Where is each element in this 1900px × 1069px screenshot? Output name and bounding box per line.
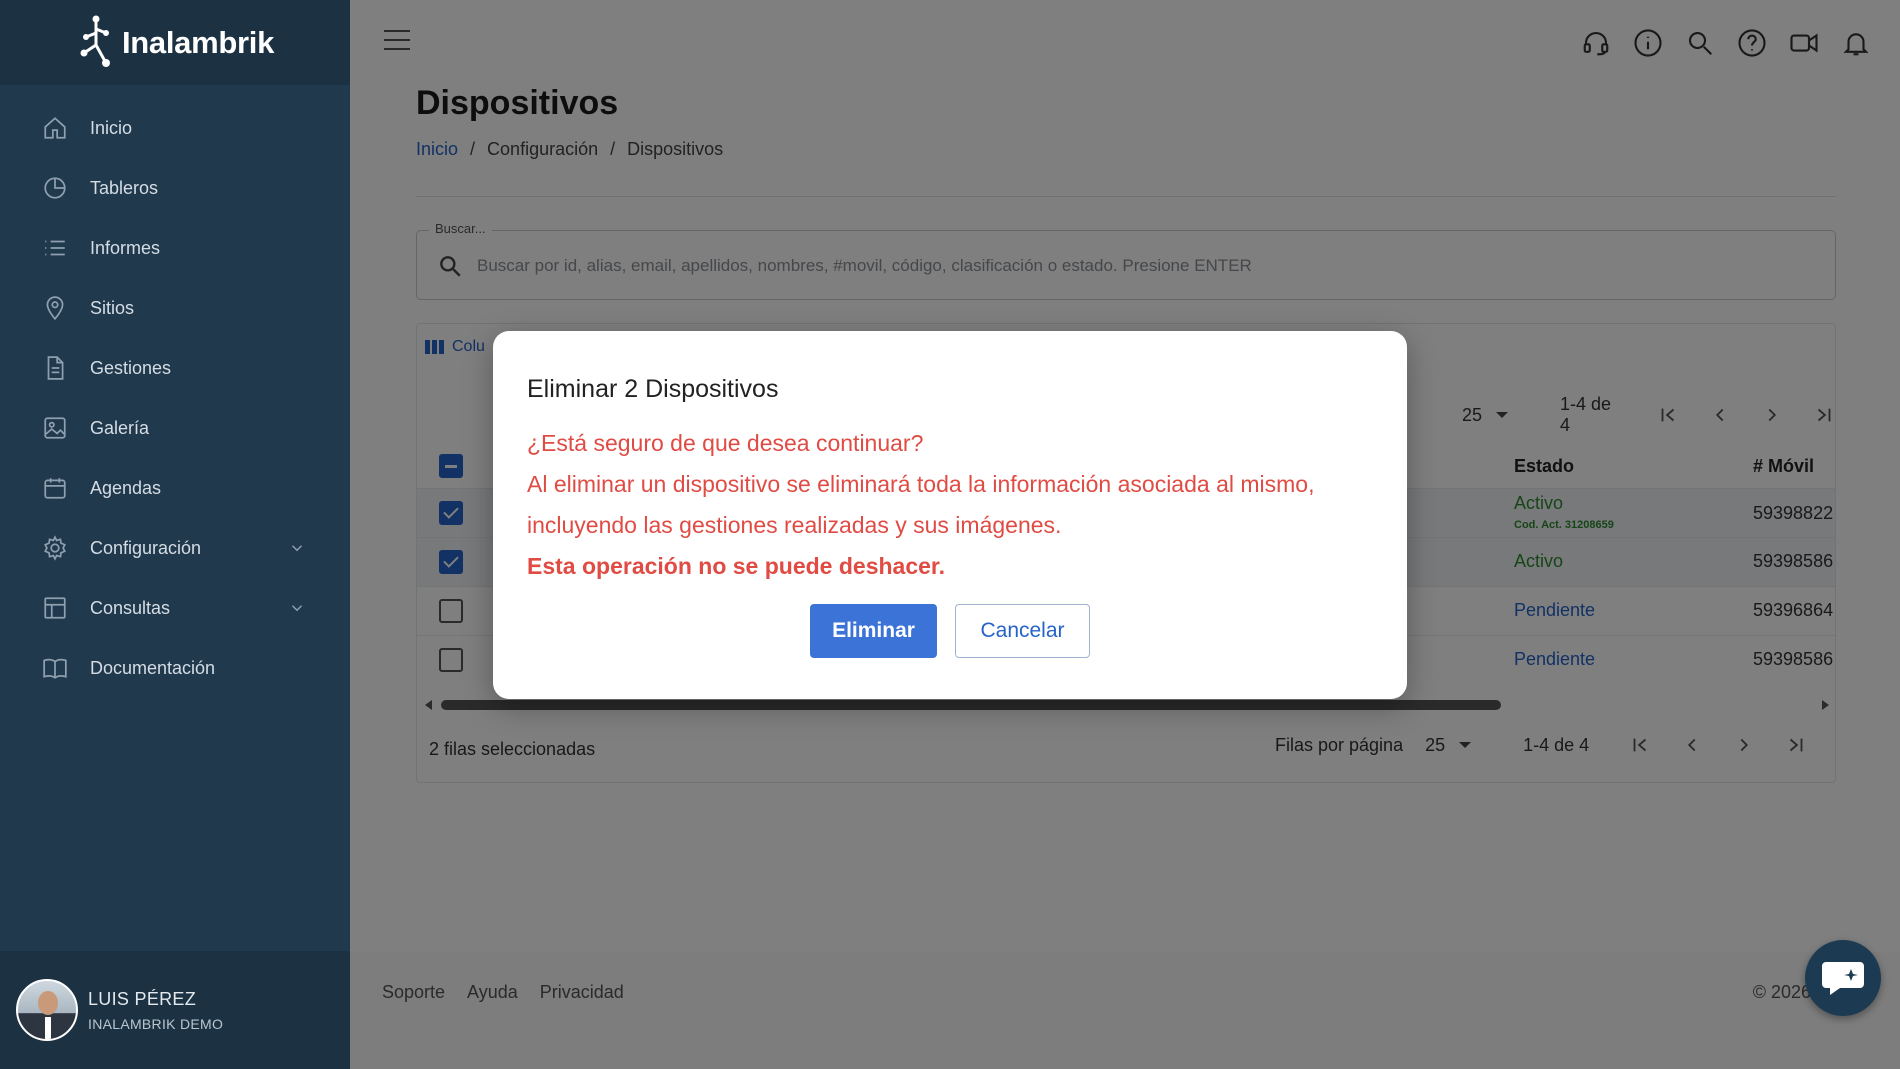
image-icon <box>42 415 68 441</box>
calendar-icon <box>42 475 68 501</box>
list-icon <box>42 235 68 261</box>
brand-logo-icon <box>80 15 110 67</box>
user-name: LUIS PÉREZ <box>88 988 197 1009</box>
sidebar-item-agendas[interactable]: Agendas <box>0 458 350 518</box>
sidebar-item-configuracion[interactable]: Configuración <box>0 518 350 578</box>
document-icon <box>42 355 68 381</box>
pie-chart-icon <box>42 175 68 201</box>
sidebar-item-label: Agendas <box>90 477 162 498</box>
sidebar-item-label: Informes <box>90 237 161 258</box>
cancel-button[interactable]: Cancelar <box>955 604 1090 658</box>
brand-logo[interactable]: Inalambrik <box>0 0 350 85</box>
avatar <box>16 979 78 1041</box>
dialog-irreversible-note: Esta operación no se puede deshacer. <box>527 553 945 579</box>
sidebar-item-consultas[interactable]: Consultas <box>0 578 350 638</box>
sidebar-item-label: Tableros <box>90 177 159 198</box>
dialog-title: Eliminar 2 Dispositivos <box>527 375 779 403</box>
table-icon <box>42 595 68 621</box>
location-pin-icon <box>42 295 68 321</box>
user-organization: INALAMBRIK DEMO <box>88 1015 224 1032</box>
sidebar-item-label: Gestiones <box>90 357 172 378</box>
user-profile[interactable]: LUIS PÉREZ INALAMBRIK DEMO <box>0 951 350 1069</box>
brand-name: Inalambrik <box>121 24 275 60</box>
chevron-down-icon <box>288 599 306 617</box>
sidebar-item-tableros[interactable]: Tableros <box>0 158 350 218</box>
sidebar-item-inicio[interactable]: Inicio <box>0 98 350 158</box>
sidebar-item-label: Consultas <box>90 597 171 618</box>
sidebar-item-sitios[interactable]: Sitios <box>0 278 350 338</box>
chat-button[interactable] <box>1805 940 1881 1016</box>
sidebar-nav: Inicio Tableros Informes Sitios Gestione… <box>0 98 350 698</box>
chevron-down-icon <box>288 539 306 557</box>
sidebar-item-informes[interactable]: Informes <box>0 218 350 278</box>
chat-bubble-icon <box>1822 962 1864 995</box>
sidebar-item-label: Galería <box>90 417 150 438</box>
dialog-question: ¿Está seguro de que desea continuar? <box>527 430 924 456</box>
sidebar-item-galeria[interactable]: Galería <box>0 398 350 458</box>
sidebar: Inalambrik Inicio Tableros Informes Siti… <box>0 0 350 1069</box>
dialog-message: ¿Está seguro de que desea continuar? Al … <box>527 423 1387 587</box>
book-icon <box>42 655 68 681</box>
delete-confirmation-dialog: Eliminar 2 Dispositivos ¿Está seguro de … <box>493 331 1407 699</box>
sidebar-item-label: Inicio <box>90 117 133 138</box>
sidebar-item-label: Sitios <box>90 297 135 318</box>
gear-icon <box>42 535 68 561</box>
home-icon <box>42 115 68 141</box>
dialog-warning: Al eliminar un dispositivo se eliminará … <box>527 471 1315 538</box>
sidebar-item-label: Configuración <box>90 537 202 558</box>
sidebar-item-gestiones[interactable]: Gestiones <box>0 338 350 398</box>
confirm-delete-button[interactable]: Eliminar <box>810 604 937 658</box>
sidebar-item-documentacion[interactable]: Documentación <box>0 638 350 698</box>
sidebar-item-label: Documentación <box>90 657 216 678</box>
